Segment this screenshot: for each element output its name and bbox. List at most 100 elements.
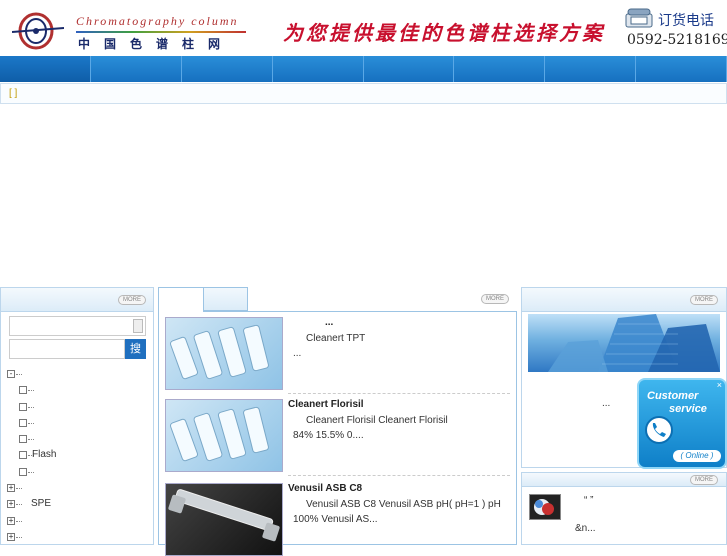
search-input[interactable] xyxy=(9,339,125,359)
product-title[interactable]: Venusil ASB C8 xyxy=(288,483,362,494)
nav-item[interactable] xyxy=(273,56,364,82)
logo-icon[interactable] xyxy=(12,12,64,50)
news-title[interactable]: “ ” xyxy=(584,495,593,506)
nav-item[interactable] xyxy=(454,56,546,82)
tree-item[interactable] xyxy=(7,465,147,481)
more-button[interactable]: MORE xyxy=(690,475,718,485)
product-list: ... Cleanert TPT ... Cleanert Florisil C… xyxy=(158,312,517,556)
news-panel: MORE “ ” &n... xyxy=(521,472,727,545)
product-title[interactable]: ... xyxy=(325,317,333,328)
building-graphic xyxy=(548,314,720,372)
product-desc: Cleanert TPT xyxy=(306,333,366,344)
collapse-icon[interactable]: - xyxy=(7,370,15,378)
tree-item-label[interactable]: SPE xyxy=(31,498,51,509)
tree-item[interactable]: + xyxy=(7,481,147,497)
leaf-icon[interactable] xyxy=(19,386,27,395)
expand-icon[interactable]: + xyxy=(7,500,15,509)
product-category-panel: MORE 搜 - Flash + + SPE + + xyxy=(0,287,154,545)
nav-item[interactable] xyxy=(636,56,727,82)
tree-connector xyxy=(16,536,22,538)
chevron-down-icon[interactable] xyxy=(133,319,143,333)
nav-item[interactable] xyxy=(545,56,637,82)
panel-header: MORE xyxy=(522,288,726,312)
product-panel: MORE ... Cleanert TPT ... Cleanert Flori… xyxy=(158,287,517,556)
product-desc: ... xyxy=(293,348,302,359)
about-text: ... xyxy=(602,398,611,409)
tree-connector xyxy=(28,390,34,392)
main-nav xyxy=(0,56,727,82)
spe-tube-image xyxy=(169,406,269,462)
leaf-icon[interactable] xyxy=(19,418,27,427)
leaf-icon[interactable] xyxy=(19,435,27,444)
handset-glyph xyxy=(652,423,666,437)
tree-connector xyxy=(16,488,22,490)
tree-item[interactable]: - xyxy=(7,367,147,383)
customer-service-widget[interactable]: × Customer service ( Online ) xyxy=(637,378,727,469)
tree-item[interactable]: + SPE xyxy=(7,497,147,513)
tree-connector xyxy=(16,520,22,522)
tree-connector xyxy=(28,471,34,473)
slogan: 为您提供最佳的色谱柱选择方案 xyxy=(283,21,605,45)
product-desc: Cleanert Florisil Cleanert Florisil xyxy=(306,415,448,426)
molecule-icon xyxy=(534,499,554,515)
site-header: Chromatography column 中国色谱柱网 为您提供最佳的色谱柱选… xyxy=(0,0,727,56)
tree-connector xyxy=(28,439,34,441)
product-desc: 84% 15.5% 0.... xyxy=(293,430,364,441)
leaf-icon[interactable] xyxy=(19,402,27,411)
spe-tube-image xyxy=(169,324,269,380)
category-tree: - Flash + + SPE + + xyxy=(7,367,147,546)
nav-item[interactable] xyxy=(0,56,91,82)
close-icon[interactable]: × xyxy=(717,380,722,390)
tree-item[interactable] xyxy=(7,432,147,448)
expand-icon[interactable]: + xyxy=(7,516,15,525)
logo-text-en: Chromatography column xyxy=(76,14,239,28)
nav-item[interactable] xyxy=(182,56,273,82)
leaf-icon[interactable] xyxy=(19,451,27,460)
category-select[interactable] xyxy=(9,316,146,336)
news-text: &n... xyxy=(575,523,596,534)
tree-item[interactable] xyxy=(7,416,147,432)
more-button[interactable]: MORE xyxy=(118,295,146,305)
cs-title: Customer xyxy=(647,390,699,402)
news-thumbnail[interactable] xyxy=(529,494,561,520)
product-image[interactable] xyxy=(165,317,283,390)
tab-products-other[interactable] xyxy=(204,287,248,311)
company-building-image[interactable] xyxy=(528,314,720,372)
tab-products-active[interactable] xyxy=(158,287,204,312)
expand-icon[interactable]: + xyxy=(7,484,15,493)
tree-item[interactable] xyxy=(7,383,147,399)
nav-item[interactable] xyxy=(364,56,455,82)
nav-item[interactable] xyxy=(91,56,182,82)
tree-connector xyxy=(28,406,34,408)
search-button[interactable]: 搜 xyxy=(125,339,146,359)
leaf-icon[interactable] xyxy=(19,467,27,476)
panel-header: MORE xyxy=(1,288,153,312)
tab-strip: MORE xyxy=(158,287,517,312)
product-title[interactable]: Cleanert Florisil xyxy=(288,399,364,410)
product-desc: Venusil ASB C8 Venusil ASB pH( pH=1 ) pH xyxy=(306,499,501,510)
tree-connector xyxy=(16,504,22,506)
order-phone-label: 订货电话 xyxy=(658,13,714,29)
tree-connector xyxy=(28,422,34,424)
product-image[interactable] xyxy=(165,483,283,556)
panel-header: MORE xyxy=(522,473,726,487)
expand-icon[interactable]: + xyxy=(7,532,15,541)
telephone-icon xyxy=(625,8,653,28)
tree-item[interactable]: + xyxy=(7,530,147,546)
notice-bar: [ ] xyxy=(0,83,727,104)
phone-icon xyxy=(645,416,673,444)
online-status-badge[interactable]: ( Online ) xyxy=(673,450,721,462)
logo-text-cn: 中国色谱柱网 xyxy=(78,37,235,51)
divider xyxy=(288,475,510,476)
tree-item-label[interactable]: Flash xyxy=(32,449,56,460)
product-image[interactable] xyxy=(165,399,283,472)
more-button[interactable]: MORE xyxy=(690,295,718,305)
tree-item[interactable]: + xyxy=(7,514,147,530)
product-desc: 100% Venusil AS... xyxy=(293,514,378,525)
more-button[interactable]: MORE xyxy=(481,294,509,304)
tree-item[interactable]: Flash xyxy=(7,448,147,464)
divider xyxy=(288,393,510,394)
notice-text[interactable]: [ ] xyxy=(9,88,17,99)
order-phone-number: 0592-5218169 xyxy=(627,32,727,48)
tree-item[interactable] xyxy=(7,400,147,416)
